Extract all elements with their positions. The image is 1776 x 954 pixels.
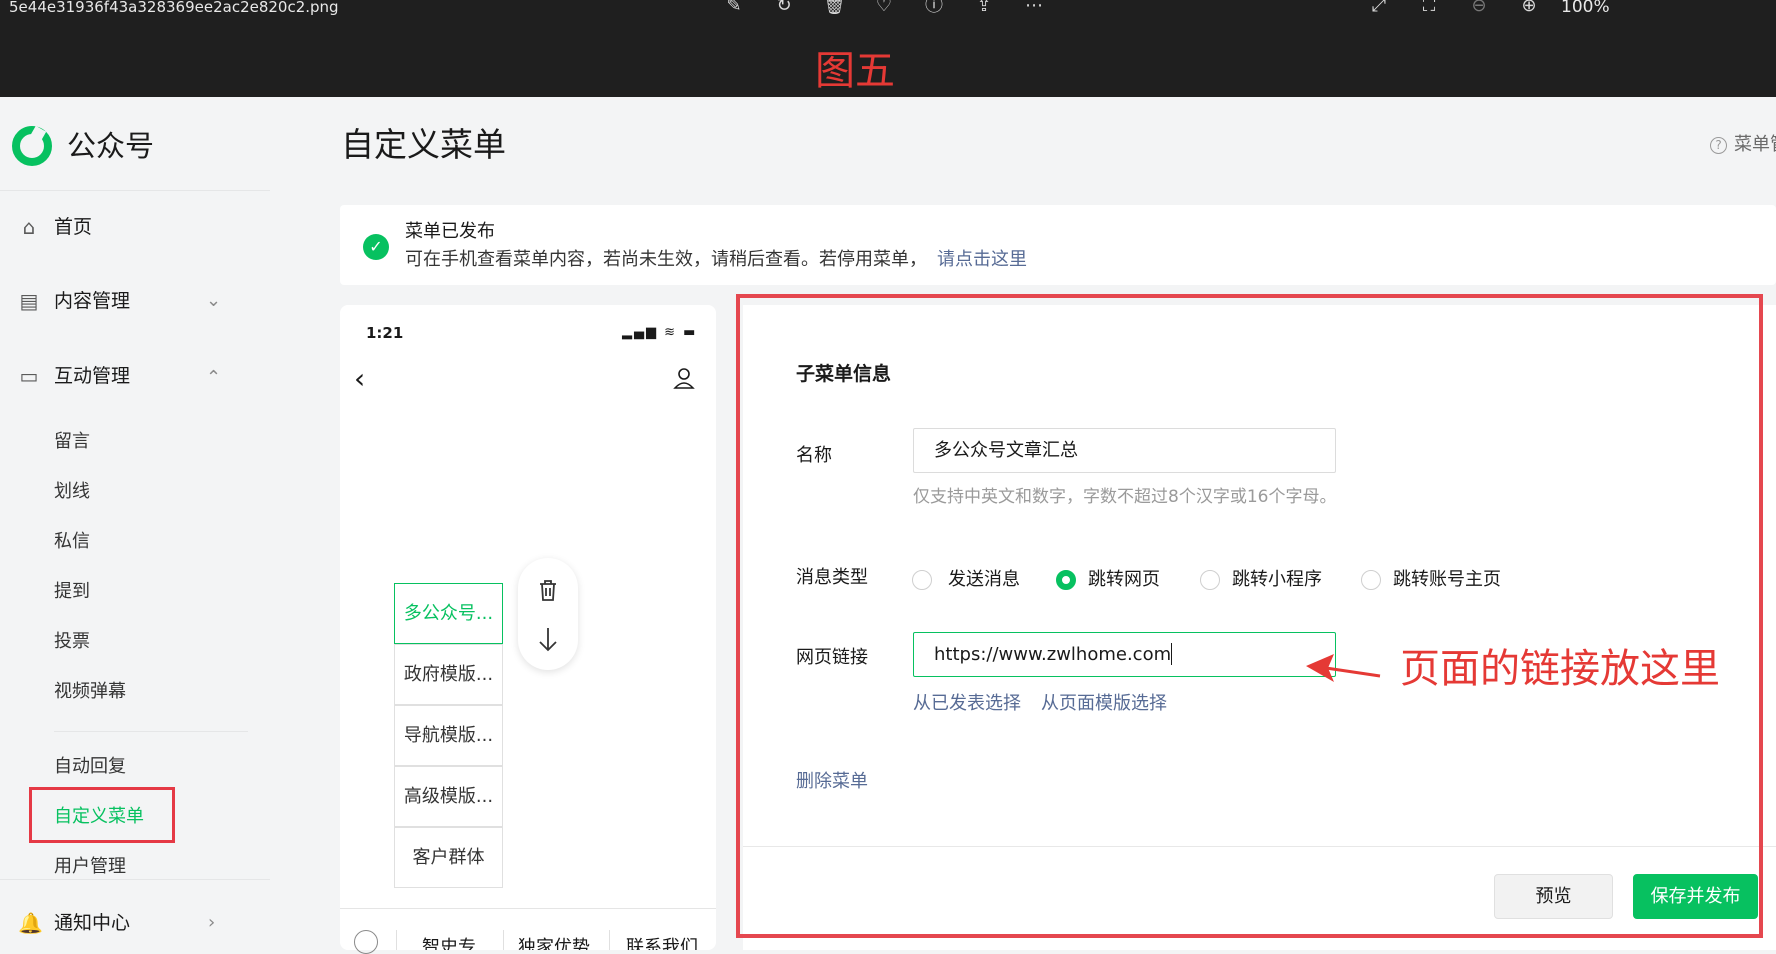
chevron-up-icon: ⌃ [206, 367, 222, 388]
sidebar-item-label: 内容管理 [54, 290, 131, 312]
sidebar-item-content[interactable]: ▤ 内容管理 ⌄ [18, 288, 228, 318]
menu-bar-tab[interactable]: 联系我们 [626, 936, 698, 950]
phone-status-icons: ▂▄▆ ≋ ▬ [622, 325, 698, 340]
back-icon[interactable]: ‹ [354, 362, 365, 396]
phone-time: 1:21 [366, 324, 404, 342]
fit-screen-icon[interactable]: ⛶ [1418, 0, 1440, 15]
sidebar-item-interaction[interactable]: ▭ 互动管理 ⌃ [18, 363, 228, 393]
menu-bar-tab[interactable]: 智史专 [422, 936, 476, 950]
home-icon: ⌂ [22, 215, 36, 239]
submenu-item[interactable]: 政府模版... [394, 644, 503, 705]
sidebar-sub-item-auto-reply[interactable]: 自动回复 [54, 755, 126, 779]
zoom-in-icon[interactable]: ⊕ [1518, 0, 1540, 15]
chevron-right-icon: › [208, 912, 216, 933]
info-icon[interactable]: ⓘ [923, 0, 945, 15]
notice-desc-text: 可在手机查看菜单内容，若尚未生效，请稍后查看。若停用菜单， [405, 249, 927, 270]
sidebar-divider [0, 879, 270, 880]
favorite-icon[interactable]: ♡ [873, 0, 895, 15]
document-icon: ▤ [19, 289, 39, 313]
form-panel-highlight-box [736, 294, 1763, 938]
menu-bar-divider [609, 930, 610, 950]
bell-icon: 🔔 [18, 911, 43, 935]
sidebar-item-label: 通知中心 [54, 912, 131, 934]
custom-menu-highlight-box [29, 787, 175, 843]
submenu-item[interactable]: 多公众号... [394, 583, 503, 644]
arrow-down-icon[interactable] [535, 624, 561, 654]
notice-description: 可在手机查看菜单内容，若尚未生效，请稍后查看。若停用菜单， 请点击这里 [405, 248, 1027, 272]
sidebar-sub-item[interactable]: 提到 [54, 580, 90, 604]
sidebar-sub-item[interactable]: 留言 [54, 430, 90, 454]
sidebar-divider [0, 190, 270, 191]
notice-title: 菜单已发布 [405, 221, 495, 242]
sidebar-item-label: 首页 [54, 216, 93, 238]
publish-notice [340, 205, 1776, 285]
check-circle-icon: ✓ [363, 234, 389, 260]
page-title: 自定义菜单 [341, 125, 506, 164]
share-icon[interactable]: ⇪ [973, 0, 995, 15]
keyboard-icon[interactable] [354, 930, 378, 954]
chat-icon: ▭ [19, 364, 39, 388]
sidebar-divider [54, 731, 248, 732]
sidebar-item-notice-center[interactable]: 🔔 通知中心 › [18, 910, 228, 940]
sidebar-sub-item[interactable]: 视频弹幕 [54, 680, 126, 704]
viewer-file-name: 5e44e31936f43a328369ee2ac2e820c2.png [9, 0, 339, 16]
delete-icon[interactable]: 🗑 [823, 0, 846, 15]
submenu-item[interactable]: 高级模版... [394, 766, 503, 827]
sidebar-sub-item[interactable]: 投票 [54, 630, 90, 654]
menu-bar-divider [396, 930, 397, 950]
zoom-out-icon[interactable]: ⊖ [1468, 0, 1490, 15]
edit-icon[interactable]: ✎ [723, 0, 745, 15]
zoom-level: 100% [1561, 0, 1610, 17]
logo-icon [12, 126, 52, 166]
more-icon[interactable]: ⋯ [1023, 0, 1045, 15]
submenu-list: 多公众号... 政府模版... 导航模版... 高级模版... 客户群体 [394, 583, 503, 888]
expand-icon[interactable]: ⤢ [1368, 0, 1390, 15]
sidebar-sub-item-user-management[interactable]: 用户管理 [54, 855, 126, 879]
annotation-title: 图五 [815, 48, 895, 94]
sidebar-item-home[interactable]: ⌂ 首页 [18, 214, 228, 244]
submenu-item[interactable]: 客户群体 [394, 827, 503, 888]
menu-bar-tab[interactable]: 独家优势 [518, 936, 590, 950]
disable-menu-link[interactable]: 请点击这里 [937, 249, 1027, 270]
sidebar-sub-item[interactable]: 划线 [54, 480, 90, 504]
submenu-item[interactable]: 导航模版... [394, 705, 503, 766]
menu-bar-divider [503, 930, 504, 950]
sidebar-item-label: 互动管理 [54, 365, 131, 387]
help-icon[interactable]: ? [1710, 137, 1727, 154]
sidebar-sub-item[interactable]: 私信 [54, 530, 90, 554]
menu-help-link[interactable]: 菜单管 [1734, 133, 1776, 157]
rotate-icon[interactable]: ↻ [773, 0, 795, 15]
trash-icon[interactable] [535, 577, 561, 603]
chevron-down-icon: ⌄ [206, 290, 222, 311]
profile-icon[interactable] [672, 366, 696, 390]
app-name: 公众号 [67, 129, 155, 163]
